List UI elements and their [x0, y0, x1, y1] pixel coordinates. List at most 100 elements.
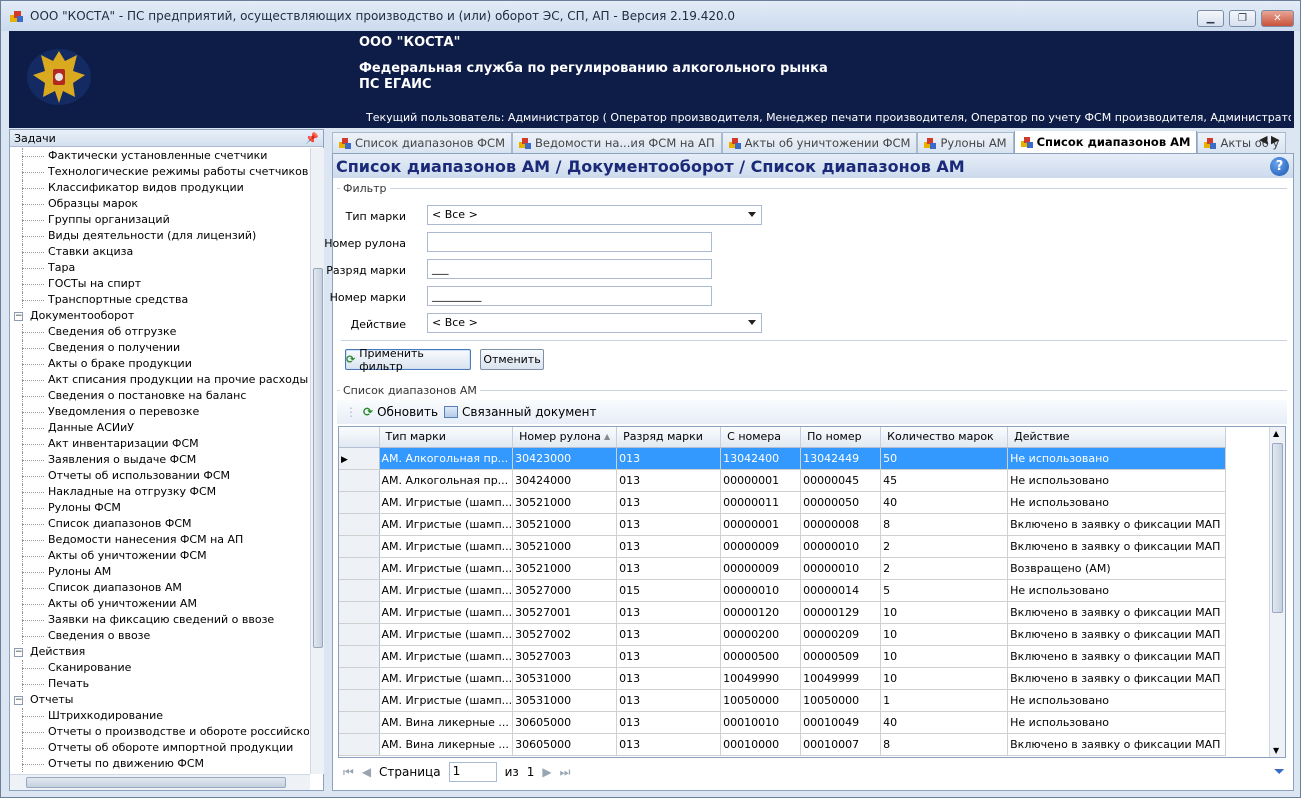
table-cell[interactable]: 013 — [616, 601, 722, 624]
tree-item[interactable]: Отчеты об обороте импортной продукции — [10, 740, 309, 756]
table-row[interactable]: АМ. Игристые (шамп... 30527003 013 00000500… — [339, 645, 1227, 668]
table-cell[interactable]: 45 — [880, 469, 1009, 492]
tree-item[interactable]: Штрихкодирование — [10, 708, 309, 724]
table-cell[interactable]: АМ. Игристые (шамп... — [379, 667, 514, 690]
tree-item[interactable]: Виды деятельности (для лицензий) — [10, 228, 309, 244]
table-cell[interactable]: АМ. Игристые (шамп... — [379, 689, 514, 712]
table-cell[interactable]: 30531000 — [512, 689, 618, 712]
table-cell[interactable]: 00000045 — [800, 469, 882, 492]
table-cell[interactable]: АМ. Вина ликерные ... — [379, 711, 514, 734]
row-header[interactable] — [339, 557, 380, 580]
type-select[interactable]: < Все > — [427, 205, 762, 225]
table-cell[interactable]: 30521000 — [512, 557, 618, 580]
table-cell[interactable]: 00000010 — [800, 557, 882, 580]
table-cell[interactable]: 40 — [880, 711, 1009, 734]
tab-2[interactable]: Акты об уничтожении ФСМ — [721, 132, 918, 153]
table-cell[interactable]: 30423000 — [512, 447, 618, 470]
table-cell[interactable]: АМ. Игристые (шамп... — [379, 623, 514, 646]
table-row[interactable]: АМ. Игристые (шамп... 30527002 013 00000200… — [339, 623, 1227, 646]
scroll-thumb[interactable] — [1272, 443, 1283, 613]
table-cell[interactable]: Не использовано — [1007, 447, 1227, 470]
tree-item[interactable]: Тара — [10, 260, 309, 276]
tree-item[interactable]: Накладные на отгрузку ФСМ — [10, 484, 309, 500]
table-cell[interactable]: 8 — [880, 733, 1009, 756]
linked-document-button[interactable]: Связанный документ — [444, 405, 596, 419]
tree-item[interactable]: Печать — [10, 676, 309, 692]
table-cell[interactable]: 00010049 — [800, 711, 882, 734]
table-row[interactable]: АМ. Игристые (шамп... 30527001 013 00000120… — [339, 601, 1227, 624]
tab-0[interactable]: Список диапазонов ФСМ — [332, 132, 513, 153]
table-cell[interactable]: 00000120 — [720, 601, 802, 624]
tab-right-icon[interactable]: ▶ — [1271, 133, 1279, 146]
table-cell[interactable]: АМ. Игристые (шамп... — [379, 491, 514, 514]
table-cell[interactable]: АМ. Игристые (шамп... — [379, 645, 514, 668]
table-row[interactable]: АМ. Вина ликерные ... 30605000 013 00010000… — [339, 733, 1227, 756]
table-cell[interactable]: АМ. Игристые (шамп... — [379, 557, 514, 580]
table-cell[interactable]: 13042400 — [720, 447, 802, 470]
tree-item[interactable]: Технологические режимы работы счетчиков — [10, 164, 309, 180]
tree-item[interactable]: Отчеты по движению ФСМ — [10, 756, 309, 772]
tab-4[interactable]: Список диапазонов АМ — [1013, 131, 1198, 153]
table-cell[interactable]: 10049990 — [720, 667, 802, 690]
column-header[interactable]: Номер рулона ▲ — [512, 427, 618, 448]
column-header[interactable]: По номер — [800, 427, 882, 448]
table-cell[interactable]: 30424000 — [512, 469, 618, 492]
table-cell[interactable]: 013 — [616, 711, 722, 734]
table-cell[interactable]: 10 — [880, 645, 1009, 668]
tab-3[interactable]: Рулоны АМ — [917, 132, 1014, 153]
tab-scroll-arrows[interactable]: ◀ ▶ — [1259, 133, 1279, 146]
tree-item[interactable]: Уведомления о перевозке — [10, 404, 309, 420]
table-cell[interactable]: 30531000 — [512, 667, 618, 690]
tree-item[interactable]: Рулоны ФСМ — [10, 500, 309, 516]
table-cell[interactable]: Не использовано — [1007, 469, 1227, 492]
column-header[interactable]: Действие — [1007, 427, 1227, 448]
tree-item[interactable]: Акты об уничтожении АМ — [10, 596, 309, 612]
table-row[interactable]: АМ. Вина ликерные ... 30605000 013 00010010… — [339, 711, 1227, 734]
tree-item[interactable]: Сведения об отгрузке — [10, 324, 309, 340]
table-cell[interactable]: 013 — [616, 645, 722, 668]
row-header[interactable] — [339, 667, 380, 690]
filter-funnel-icon[interactable]: ⏷ — [1274, 764, 1285, 780]
table-cell[interactable]: Включено в заявку о фиксации МАП — [1007, 535, 1227, 558]
tree-item[interactable]: Ведомости нанесения ФСМ на АП — [10, 532, 309, 548]
tree-group-documents[interactable]: − Документооборот — [10, 308, 309, 324]
tree-item[interactable]: Заявления о выдаче ФСМ — [10, 452, 309, 468]
tree-item[interactable]: Акт списания продукции на прочие расходы — [10, 372, 309, 388]
table-cell[interactable]: Не использовано — [1007, 491, 1227, 514]
table-cell[interactable]: 00000129 — [800, 601, 882, 624]
table-row[interactable]: ▶ АМ. Алкогольная пр... 30423000 013 1304240… — [339, 447, 1227, 470]
table-cell[interactable]: 013 — [616, 513, 722, 536]
mark-number-input[interactable]: _________ — [427, 286, 712, 306]
column-header[interactable]: С номера — [720, 427, 802, 448]
pin-icon[interactable]: 📌 — [305, 132, 319, 145]
table-cell[interactable]: 013 — [616, 733, 722, 756]
table-cell[interactable]: 10050000 — [800, 689, 882, 712]
roll-input[interactable] — [427, 232, 712, 252]
table-cell[interactable]: Не использовано — [1007, 689, 1227, 712]
grid-vertical-scrollbar[interactable]: ▲ ▼ — [1269, 427, 1285, 757]
table-row[interactable]: АМ. Игристые (шамп... 30531000 013 10050000… — [339, 689, 1227, 712]
table-cell[interactable]: 013 — [616, 491, 722, 514]
tree-item[interactable]: Сканирование — [10, 660, 309, 676]
column-header[interactable]: Количество марок — [880, 427, 1009, 448]
table-cell[interactable]: 00000500 — [720, 645, 802, 668]
maximize-button[interactable]: ❐ — [1229, 10, 1256, 27]
row-header[interactable] — [339, 579, 380, 602]
tree-item[interactable]: Ставки акциза — [10, 244, 309, 260]
tree-item[interactable]: Сведения о ввозе — [10, 628, 309, 644]
table-cell[interactable]: 30527002 — [512, 623, 618, 646]
row-header[interactable] — [339, 645, 380, 668]
row-header[interactable] — [339, 711, 380, 734]
tree-item[interactable]: Группы организаций — [10, 212, 309, 228]
table-cell[interactable]: АМ. Алкогольная пр... — [379, 469, 514, 492]
table-cell[interactable]: 30527001 — [512, 601, 618, 624]
table-cell[interactable]: Включено в заявку о фиксации МАП — [1007, 645, 1227, 668]
table-cell[interactable]: 00000011 — [720, 491, 802, 514]
apply-filter-button[interactable]: ⟳ Применить фильтр — [345, 347, 471, 373]
table-cell[interactable]: АМ. Игристые (шамп... — [379, 535, 514, 558]
table-cell[interactable]: 2 — [880, 535, 1009, 558]
table-cell[interactable]: 013 — [616, 447, 722, 470]
table-cell[interactable]: Включено в заявку о фиксации МАП — [1007, 513, 1227, 536]
table-cell[interactable]: 00000010 — [800, 535, 882, 558]
row-header[interactable] — [339, 535, 380, 558]
